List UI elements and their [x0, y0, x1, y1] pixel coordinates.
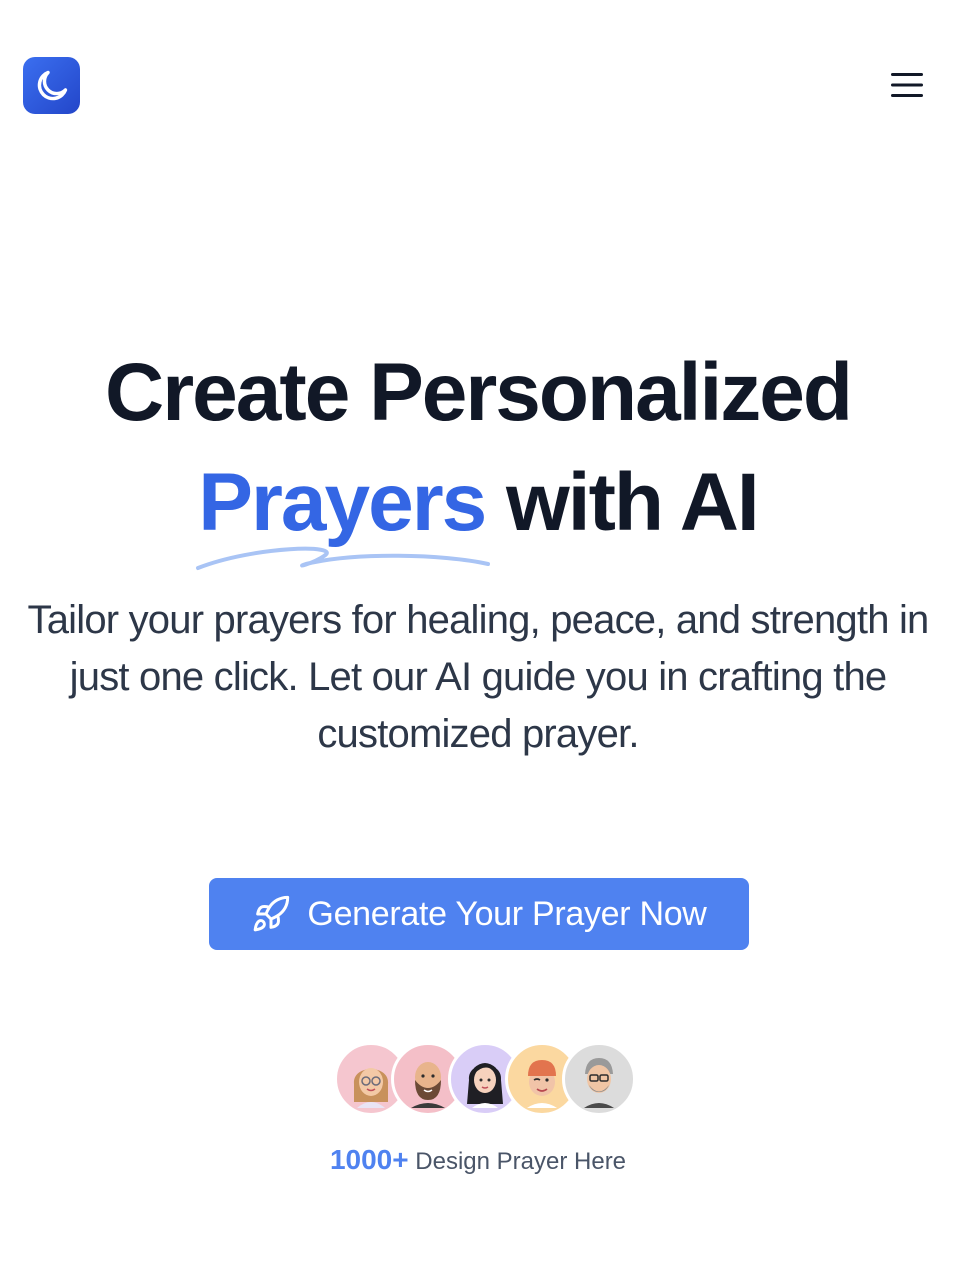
hero-title-rest: with AI [506, 457, 760, 548]
hero-title: Create Personalized Prayers with AI [0, 338, 956, 570]
hero-subtitle: Tailor your prayers for healing, peace, … [27, 598, 930, 756]
generate-prayer-button-label: Generate Your Prayer Now [307, 894, 707, 933]
moon-icon [37, 70, 67, 100]
rocket-icon [254, 895, 290, 932]
social-proof-text: 1000+ Design Prayer Here [0, 1144, 956, 1176]
avatar-group [334, 1042, 636, 1116]
social-proof-label: Design Prayer Here [415, 1148, 627, 1175]
hamburger-menu-icon [891, 73, 923, 97]
avatar [562, 1042, 636, 1116]
generate-prayer-button[interactable]: Generate Your Prayer Now [209, 878, 749, 950]
hero-title-highlight: Prayers [196, 448, 491, 570]
menu-button[interactable] [886, 68, 928, 102]
avatar-gray-hair-glasses-man-icon [584, 1058, 614, 1108]
logo[interactable] [23, 57, 80, 114]
social-proof-count: 1000+ [329, 1144, 409, 1175]
hero-title-line1: Create Personalized [105, 347, 853, 438]
